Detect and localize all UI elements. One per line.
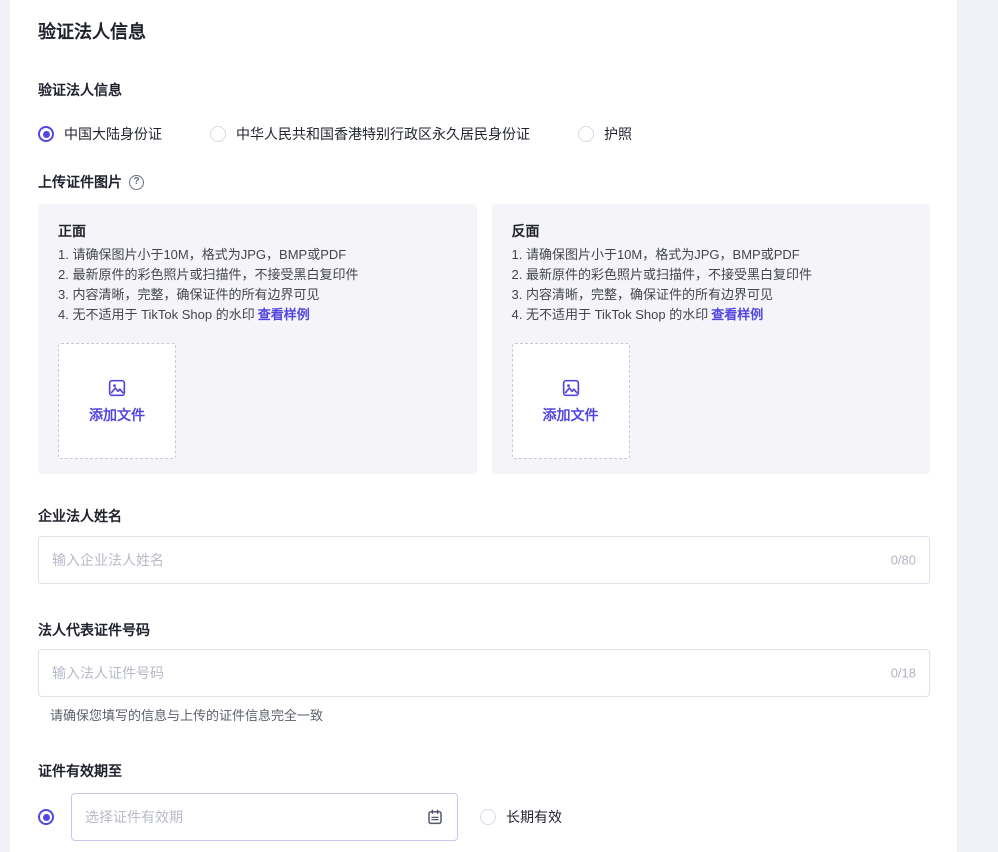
radio-unselected-icon [578, 126, 594, 142]
add-file-dropzone-front[interactable]: 添加文件 [58, 343, 176, 459]
legal-name-input[interactable] [38, 536, 930, 584]
radio-option-passport[interactable]: 护照 [578, 124, 632, 144]
id-number-label: 法人代表证件号码 [38, 620, 930, 640]
radio-selected-icon [38, 126, 54, 142]
expiry-label: 证件有效期至 [38, 761, 930, 781]
id-type-group-label: 验证法人信息 [38, 80, 930, 100]
image-icon [107, 378, 127, 398]
instruction-line: 3. 内容清晰，完整，确保证件的所有边界可见 [58, 285, 457, 305]
page-title: 验证法人信息 [38, 20, 930, 44]
calendar-icon [426, 808, 444, 826]
legal-name-counter: 0/80 [891, 553, 916, 568]
instruction-line: 2. 最新原件的彩色照片或扫描件，不接受黑白复印件 [512, 265, 911, 285]
radio-option-mainland-id[interactable]: 中国大陆身份证 [38, 124, 162, 144]
upload-card-title: 正面 [58, 221, 457, 241]
help-icon[interactable]: ? [129, 175, 144, 190]
instruction-line: 1. 请确保图片小于10M，格式为JPG，BMP或PDF [58, 245, 457, 265]
upload-card-front: 正面 1. 请确保图片小于10M，格式为JPG，BMP或PDF 2. 最新原件的… [38, 204, 477, 474]
radio-option-label: 中国大陆身份证 [64, 124, 162, 144]
instruction-line: 3. 内容清晰，完整，确保证件的所有边界可见 [512, 285, 911, 305]
instruction-line: 4. 无不适用于 TikTok Shop 的水印查看样例 [58, 305, 457, 325]
instruction-line: 4. 无不适用于 TikTok Shop 的水印查看样例 [512, 305, 911, 325]
id-number-helper-text: 请确保您填写的信息与上传的证件信息完全一致 [50, 707, 930, 725]
instruction-line: 2. 最新原件的彩色照片或扫描件，不接受黑白复印件 [58, 265, 457, 285]
view-sample-link[interactable]: 查看样例 [711, 307, 763, 322]
add-file-label: 添加文件 [89, 405, 145, 425]
add-file-dropzone-back[interactable]: 添加文件 [512, 343, 630, 459]
expiry-date-placeholder: 选择证件有效期 [85, 807, 183, 827]
expiry-date-picker[interactable]: 选择证件有效期 [71, 793, 458, 841]
upload-card-title: 反面 [512, 221, 911, 241]
radio-specific-expiry-date[interactable] [38, 809, 54, 825]
radio-option-label: 中华人民共和国香港特别行政区永久居民身份证 [236, 124, 530, 144]
add-file-label: 添加文件 [543, 405, 599, 425]
id-type-radio-group: 中国大陆身份证 中华人民共和国香港特别行政区永久居民身份证 护照 [38, 124, 930, 144]
instruction-line: 1. 请确保图片小于10M，格式为JPG，BMP或PDF [512, 245, 911, 265]
id-number-counter: 0/18 [891, 666, 916, 681]
view-sample-link[interactable]: 查看样例 [258, 307, 310, 322]
legal-name-label: 企业法人姓名 [38, 506, 930, 526]
image-icon [561, 378, 581, 398]
radio-option-long-term[interactable]: 长期有效 [480, 807, 562, 827]
radio-option-label: 护照 [604, 124, 632, 144]
upload-cards: 正面 1. 请确保图片小于10M，格式为JPG，BMP或PDF 2. 最新原件的… [38, 204, 930, 474]
long-term-label: 长期有效 [506, 807, 562, 827]
upload-section-label: 上传证件图片 [38, 172, 122, 192]
id-number-input[interactable] [38, 649, 930, 697]
legal-person-form-panel: 验证法人信息 验证法人信息 中国大陆身份证 中华人民共和国香港特别行政区永久居民… [10, 0, 957, 852]
radio-unselected-icon [480, 809, 496, 825]
upload-instructions: 1. 请确保图片小于10M，格式为JPG，BMP或PDF 2. 最新原件的彩色照… [58, 245, 457, 325]
radio-option-hk-permanent-id[interactable]: 中华人民共和国香港特别行政区永久居民身份证 [210, 124, 530, 144]
upload-card-back: 反面 1. 请确保图片小于10M，格式为JPG，BMP或PDF 2. 最新原件的… [492, 204, 931, 474]
radio-unselected-icon [210, 126, 226, 142]
upload-instructions: 1. 请确保图片小于10M，格式为JPG，BMP或PDF 2. 最新原件的彩色照… [512, 245, 911, 325]
